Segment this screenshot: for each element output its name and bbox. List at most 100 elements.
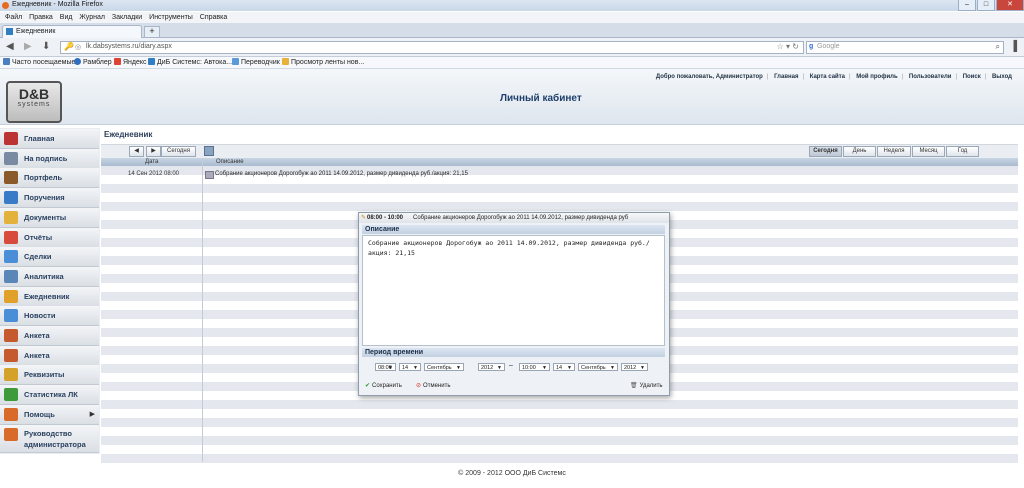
table-row[interactable]	[101, 445, 1018, 454]
menu-bookmarks[interactable]: Закладки	[112, 12, 142, 23]
sidebar-item-label: Анкета	[24, 350, 50, 360]
maximize-button[interactable]: □	[977, 0, 995, 11]
toolbar-menu-icon[interactable]: ▐	[1010, 41, 1017, 52]
menu-tools[interactable]: Инструменты	[149, 12, 193, 23]
footer-copyright: © 2009 - 2012 ООО ДиБ Системс	[458, 470, 566, 477]
folder-icon	[4, 210, 18, 224]
table-row[interactable]	[101, 409, 1018, 418]
sidebar-item-14[interactable]: Помощь ▶	[0, 404, 99, 425]
sidebar-item-label: Портфель	[24, 173, 63, 183]
sidebar-item-13[interactable]: Статистика ЛК	[0, 385, 99, 406]
link-sitemap[interactable]: Карта сайта	[810, 74, 845, 80]
sidebar-item-label: Ежедневник	[24, 291, 70, 301]
sidebar-item-6[interactable]: Сделки	[0, 247, 99, 268]
menu-help[interactable]: Справка	[200, 12, 227, 23]
bookmark-rambler[interactable]: Рамблер	[74, 58, 112, 66]
table-row[interactable]	[101, 436, 1018, 445]
bookmark-yandex[interactable]: Яндекс	[114, 58, 147, 66]
view-day-button[interactable]: День	[843, 146, 876, 157]
start-day-value: 14	[402, 365, 409, 371]
today-nav-button[interactable]: Сегодня	[161, 146, 196, 157]
menu-file[interactable]: Файл	[5, 12, 22, 23]
sidebar-item-0[interactable]: Главная	[0, 129, 99, 149]
start-time-select[interactable]: 08:00 ▼	[375, 363, 396, 371]
search-box[interactable]: g Google ⌕	[806, 41, 1004, 54]
start-month-select[interactable]: Сентябрь ▼	[424, 363, 464, 371]
start-day-select[interactable]: 14 ▼	[399, 363, 421, 371]
new-tab-button[interactable]: +	[144, 26, 160, 38]
sidebar-item-3[interactable]: Поручения	[0, 188, 99, 209]
minimize-button[interactable]: –	[958, 0, 976, 11]
table-row[interactable]	[101, 184, 1018, 193]
prev-button[interactable]: ◀	[129, 146, 144, 157]
end-time-select[interactable]: 10:00 ▼	[519, 363, 550, 371]
bookmark-frequent[interactable]: Часто посещаемые	[3, 58, 75, 66]
link-home[interactable]: Главная	[774, 74, 798, 80]
view-today-button[interactable]: Сегодня	[809, 146, 842, 157]
back-arrow-icon[interactable]: ◀	[6, 41, 14, 52]
table-row[interactable]	[101, 400, 1018, 409]
menu-edit[interactable]: Правка	[29, 12, 53, 23]
description-textarea[interactable]: Собрание акционеров Дорогобуж ао 2011 14…	[362, 235, 665, 346]
dialog-header[interactable]: ✎ 08:00 - 10:00 Собрание акционеров Доро…	[359, 213, 669, 223]
bookmark-translator[interactable]: Переводчик	[232, 58, 280, 66]
sidebar-item-7[interactable]: Аналитика	[0, 266, 99, 287]
browser-tab[interactable]: Ежедневник	[2, 25, 142, 38]
bookmark-feeds[interactable]: Просмотр ленты нов...	[282, 58, 364, 66]
forward-arrow-icon[interactable]: ▶	[24, 41, 32, 52]
menu-view[interactable]: Вид	[60, 12, 73, 23]
sidebar-item-4[interactable]: Документы	[0, 207, 99, 228]
reload-icon[interactable]: ↻	[792, 42, 799, 51]
event-date: 14 Сен 2012 08:00	[128, 171, 180, 177]
sidebar-item-1[interactable]: На подпись	[0, 148, 99, 169]
sidebar-item-2[interactable]: Портфель	[0, 168, 99, 189]
sidebar-item-5[interactable]: Отчёты	[0, 227, 99, 248]
link-search[interactable]: Поиск	[963, 74, 981, 80]
cancel-button[interactable]: ⊘ Отменить	[416, 382, 450, 389]
close-window-button[interactable]: ✕	[996, 0, 1024, 11]
sidebar-item-label: Руководство администратора	[24, 428, 86, 449]
start-year-select[interactable]: 2012 ▼	[478, 363, 505, 371]
sidebar-item-8[interactable]: Ежедневник	[0, 286, 99, 307]
tab-label: Ежедневник	[16, 28, 56, 35]
url-bar[interactable]: 🔑 ◎ lk.dabsystems.ru/diary.aspx ☆ ▾ ↻	[60, 41, 804, 54]
sidebar-item-12[interactable]: Реквизиты	[0, 365, 99, 386]
table-row[interactable]	[101, 427, 1018, 436]
table-row[interactable]	[101, 202, 1018, 211]
sidebar-item-9[interactable]: Новости	[0, 306, 99, 327]
profile-icon	[4, 348, 18, 362]
dropdown-icon[interactable]: ▾	[786, 42, 790, 51]
end-month-select[interactable]: Сентябрь ▼	[578, 363, 618, 371]
cancel-icon: ⊘	[416, 383, 422, 389]
sidebar-item-15[interactable]: Руководство администратора	[0, 424, 99, 453]
save-button[interactable]: ✔ Сохранить	[365, 382, 402, 389]
menu-history[interactable]: Журнал	[79, 12, 105, 23]
table-row[interactable]	[101, 193, 1018, 202]
window-controls: – □ ✕	[957, 0, 1024, 11]
event-row-text[interactable]: Собрание акционеров Дорогобуж ао 2011 14…	[215, 171, 468, 177]
view-week-button[interactable]: Неделя	[877, 146, 911, 157]
end-day-select[interactable]: 14 ▼	[553, 363, 575, 371]
bookmark-dib[interactable]: ДиБ Системс: Автока...	[148, 58, 232, 66]
download-icon[interactable]: ⬇	[42, 41, 50, 52]
delete-button[interactable]: 🗑 Удалить	[630, 382, 663, 389]
link-logout[interactable]: Выход	[992, 74, 1012, 80]
link-users[interactable]: Пользователи	[909, 74, 952, 80]
link-profile[interactable]: Мой профиль	[856, 74, 897, 80]
url-actions[interactable]: ☆ ▾ ↻	[777, 42, 799, 51]
table-row[interactable]	[101, 418, 1018, 427]
view-month-button[interactable]: Месяц	[912, 146, 945, 157]
view-year-button[interactable]: Год	[946, 146, 979, 157]
sidebar-item-10[interactable]: Анкета	[0, 326, 99, 346]
calendar-icon[interactable]	[204, 146, 214, 156]
company-logo[interactable]: D&B systems	[6, 81, 62, 123]
google-icon: g	[809, 43, 814, 50]
next-button[interactable]: ▶	[146, 146, 161, 157]
star-icon[interactable]: ☆	[777, 42, 784, 51]
end-year-select[interactable]: 2012 ▼	[621, 363, 648, 371]
search-icon[interactable]: ⌕	[996, 42, 1000, 52]
sidebar-item-11[interactable]: Анкета	[0, 345, 99, 366]
table-row[interactable]	[101, 454, 1018, 463]
sidebar-item-label: Поручения	[24, 193, 65, 203]
sidebar-item-label: Анкета	[24, 331, 50, 340]
